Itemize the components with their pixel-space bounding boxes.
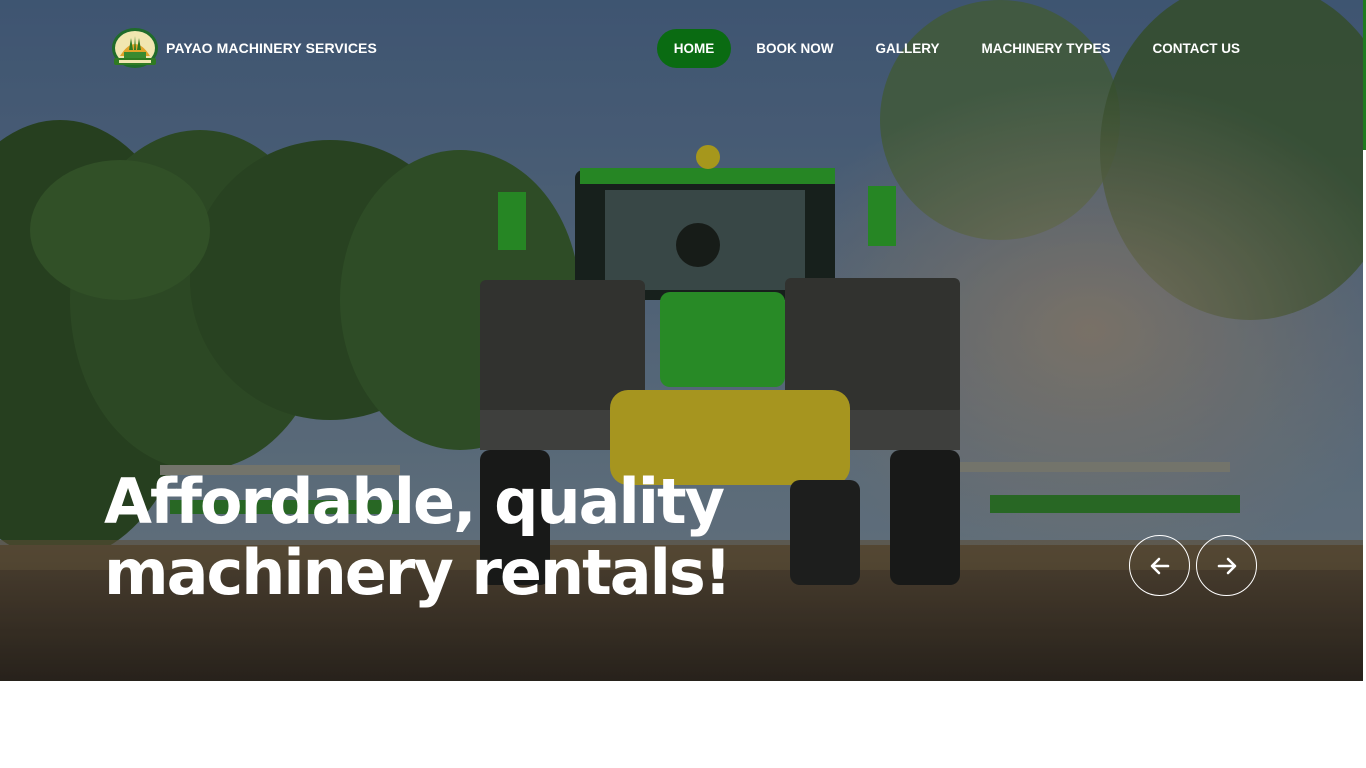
brand-name: PAYAO MACHINERY SERVICES xyxy=(166,40,377,56)
nav-contact-us[interactable]: CONTACT US xyxy=(1136,29,1258,68)
arrow-left-icon xyxy=(1150,557,1169,574)
hero-headline-line1: Affordable, quality xyxy=(104,465,725,538)
carousel-next-button[interactable] xyxy=(1196,535,1257,596)
brand[interactable]: PAYAO MACHINERY SERVICES xyxy=(110,26,377,70)
farm-crest-logo-icon xyxy=(112,28,158,68)
hero-banner: PAYAO MACHINERY SERVICES HOME BOOK NOW G… xyxy=(0,0,1363,681)
main-nav: HOME BOOK NOW GALLERY MACHINERY TYPES CO… xyxy=(656,29,1258,68)
arrow-right-icon xyxy=(1217,557,1236,574)
nav-machinery-types[interactable]: MACHINERY TYPES xyxy=(964,29,1127,68)
nav-book-now[interactable]: BOOK NOW xyxy=(739,29,850,68)
hero-headline: Affordable, quality machinery rentals! xyxy=(104,466,744,608)
nav-gallery[interactable]: GALLERY xyxy=(858,29,956,68)
nav-home[interactable]: HOME xyxy=(656,29,732,68)
hero-headline-line2: machinery rentals! xyxy=(104,536,732,609)
carousel-prev-button[interactable] xyxy=(1129,535,1190,596)
